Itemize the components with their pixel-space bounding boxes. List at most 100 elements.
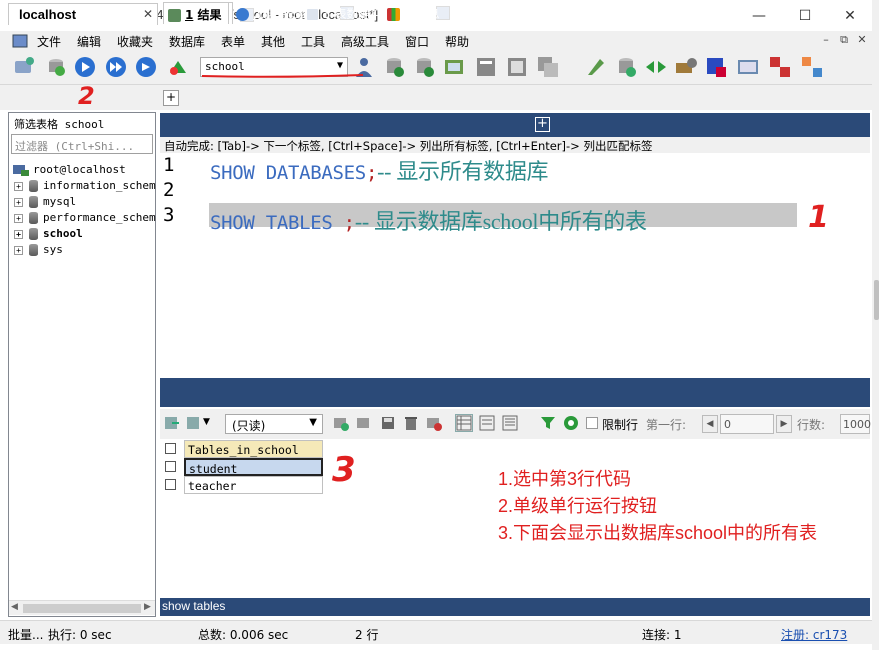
wizard-icon[interactable] (584, 55, 608, 79)
first-row-input[interactable]: 0 (720, 414, 774, 434)
previous-page-button[interactable]: ◀ (702, 415, 718, 433)
tree-root-label: root@localhost (33, 163, 126, 176)
menu-other[interactable]: 其他 (261, 33, 285, 50)
maximize-button[interactable]: ☐ (782, 0, 828, 31)
new-connection-icon[interactable] (12, 55, 36, 79)
chevron-down-icon[interactable]: ▼ (203, 417, 210, 427)
scroll-left-icon[interactable]: ◀ (11, 602, 18, 612)
execute-all-icon[interactable] (104, 55, 128, 79)
menu-advanced-tools[interactable]: 高级工具 (341, 33, 389, 50)
menu-file[interactable]: 文件 (37, 33, 61, 50)
expand-icon[interactable]: + (14, 197, 23, 207)
connection-tab-bar (0, 85, 874, 110)
query-builder-icon[interactable] (800, 55, 824, 79)
refresh-icon[interactable] (563, 415, 579, 431)
object-browser-hscrollbar[interactable]: ◀ ▶ (9, 600, 155, 615)
window-menu-icon[interactable] (12, 34, 28, 48)
menu-edit[interactable]: 编辑 (77, 33, 101, 50)
text-view-icon[interactable] (502, 415, 518, 431)
restore-icon[interactable] (412, 55, 436, 79)
db-tools-icon[interactable] (614, 55, 638, 79)
form-view-icon[interactable] (479, 415, 495, 431)
tree-item-mysql[interactable]: + mysql (14, 195, 76, 211)
new-query-icon[interactable] (44, 55, 68, 79)
refresh-object-browser-icon[interactable] (166, 55, 190, 79)
tree-item-school[interactable]: + school (14, 227, 83, 243)
expand-icon[interactable]: + (14, 245, 23, 255)
tab-table-data[interactable]: 3 表数据 (302, 2, 382, 24)
grid-cell[interactable]: teacher (184, 476, 323, 494)
rows-count-input[interactable]: 1000 (840, 414, 871, 434)
page-scrollbar-thumb[interactable] (874, 280, 879, 320)
row-checkbox[interactable] (165, 479, 176, 490)
code-line-1[interactable]: SHOW DATABASES;-- 显示所有数据库 (210, 154, 549, 186)
connection-tab-localhost[interactable]: localhost ✕ (8, 3, 158, 25)
next-page-button[interactable]: ▶ (776, 415, 792, 433)
filter-icon[interactable] (540, 415, 556, 431)
tree-item-information-schema[interactable]: + information_schem (14, 179, 156, 195)
menu-window[interactable]: 窗口 (405, 33, 429, 50)
insert-row-icon[interactable] (333, 415, 349, 431)
tab-messages[interactable]: 2 信息 (232, 2, 300, 24)
query-editor[interactable] (160, 153, 870, 378)
add-connection-button[interactable]: + (163, 90, 179, 106)
tree-item-performance-schema[interactable]: + performance_schem (14, 211, 156, 227)
scroll-right-icon[interactable]: ▶ (144, 602, 151, 612)
close-icon[interactable]: ✕ (143, 7, 153, 21)
register-link[interactable]: 注册: cr173 (781, 626, 847, 643)
export-icon[interactable] (164, 415, 180, 431)
chevron-down-icon: ▼ (309, 417, 317, 428)
data-sync-icon[interactable] (505, 55, 529, 79)
scheduler-icon[interactable] (674, 55, 698, 79)
expand-icon[interactable]: + (14, 181, 23, 191)
execute-edit-icon[interactable] (134, 55, 158, 79)
code-line-3[interactable]: SHOW TABLES ;-- 显示数据库school中所有的表 (210, 204, 647, 236)
compare-icon[interactable] (644, 55, 668, 79)
save-icon[interactable] (380, 415, 396, 431)
filter-input[interactable]: 过滤器 (Ctrl+Shi... (11, 134, 153, 154)
tab-info[interactable]: 4 信息 (383, 2, 451, 24)
column-header[interactable]: Tables_in_school (184, 440, 323, 458)
cancel-changes-icon[interactable] (426, 415, 442, 431)
grid-cell[interactable]: student (184, 458, 323, 476)
page-scrollbar[interactable] (872, 0, 879, 650)
table-row[interactable]: student (161, 458, 324, 476)
expand-icon[interactable]: + (14, 213, 23, 223)
table-row[interactable]: teacher (161, 476, 324, 494)
notifications-icon[interactable] (704, 55, 728, 79)
menu-help[interactable]: 帮助 (445, 33, 469, 50)
select-all-checkbox[interactable] (165, 443, 176, 454)
limit-rows-checkbox[interactable] (586, 417, 598, 429)
menu-database[interactable]: 数据库 (169, 33, 205, 50)
duplicate-row-icon[interactable] (356, 415, 372, 431)
expand-icon[interactable]: + (14, 229, 23, 239)
readonly-mode-selector[interactable]: (只读) ▼ (225, 414, 323, 434)
profiler-icon[interactable] (736, 55, 760, 79)
backup-icon[interactable] (382, 55, 406, 79)
database-icon (29, 196, 38, 208)
row-checkbox[interactable] (165, 461, 176, 472)
tab-result[interactable]: 1 结果 (163, 2, 229, 24)
mdi-close-button[interactable]: ✕ (854, 33, 870, 47)
minimize-button[interactable]: — (736, 0, 782, 31)
import-icon[interactable] (442, 55, 466, 79)
scrollbar-thumb[interactable] (23, 604, 141, 613)
table-copy-icon[interactable] (536, 55, 560, 79)
menu-tools[interactable]: 工具 (301, 33, 325, 50)
add-tab-button[interactable]: + (535, 117, 550, 132)
grid-header[interactable]: Tables_in_school (161, 440, 324, 458)
copy-rows-icon[interactable] (186, 415, 202, 431)
status-batch: 批量... (8, 628, 44, 642)
execute-query-icon[interactable] (73, 55, 97, 79)
schema-sync-icon[interactable] (474, 55, 498, 79)
tree-item-sys[interactable]: + sys (14, 243, 63, 259)
menu-table[interactable]: 表单 (221, 33, 245, 50)
schema-designer-icon[interactable] (768, 55, 792, 79)
close-button[interactable]: ✕ (827, 0, 873, 31)
menu-favorites[interactable]: 收藏夹 (117, 33, 153, 50)
tree-root-connection[interactable]: root@localhost (13, 163, 126, 179)
mdi-restore-button[interactable]: ⧉ (836, 33, 852, 47)
mdi-minimize-button[interactable]: – (818, 33, 834, 47)
delete-icon[interactable] (403, 415, 419, 431)
grid-view-icon[interactable] (455, 414, 473, 432)
